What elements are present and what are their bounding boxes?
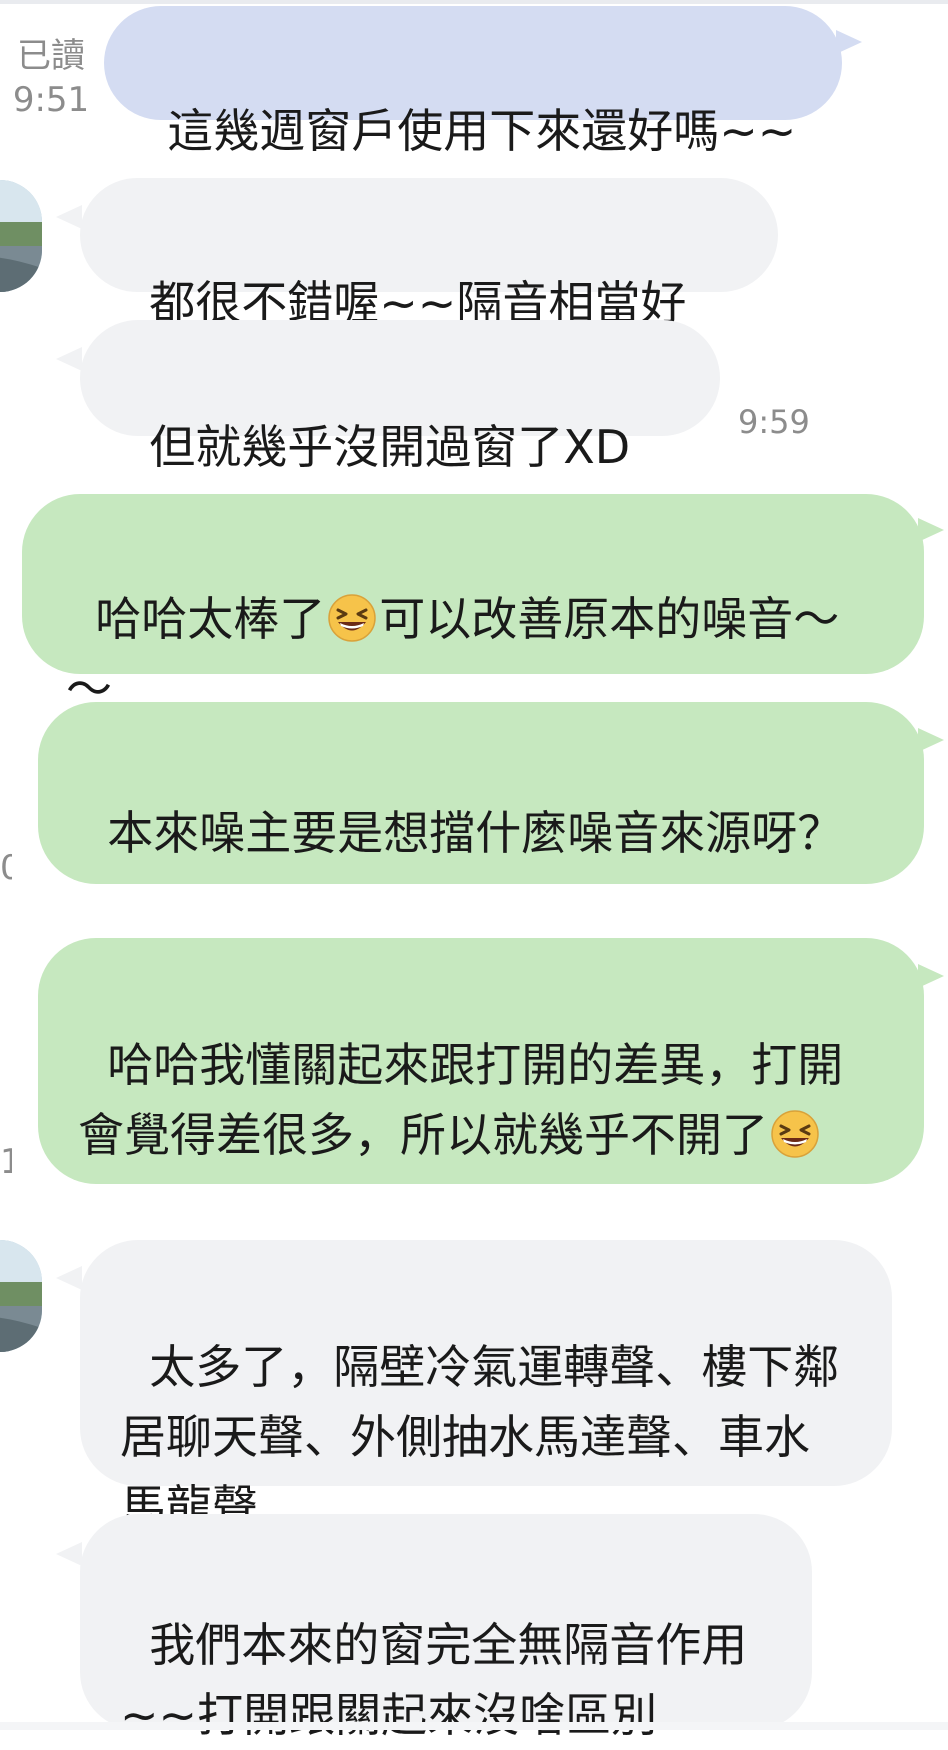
avatar-photo-icon <box>0 1240 42 1352</box>
grinning-squinting-face-icon <box>770 1108 820 1158</box>
bubble-tail <box>56 347 82 371</box>
message-time-partial: 0 <box>0 848 12 888</box>
message-text: 哈哈太棒了 <box>95 592 326 646</box>
message-bubble-other[interactable]: 都很不錯喔~~隔音相當好 <box>80 178 778 330</box>
avatar-photo-icon <box>0 180 42 292</box>
bubble-tail <box>918 728 944 752</box>
message-bubble-other[interactable]: 太多了，隔壁冷氣運轉聲、樓下鄰居聊天聲、外側抽水馬達聲、車水馬龍聲 <box>80 1240 892 1534</box>
bubble-tail <box>56 205 82 229</box>
message-text: 這幾週窗戶使用下來還好嗎~~ <box>167 104 797 158</box>
bubble-tail <box>836 30 862 54</box>
contact-avatar[interactable] <box>0 1240 42 1352</box>
bottom-divider <box>0 1722 948 1730</box>
bubble-tail <box>918 518 944 542</box>
message-bubble-self[interactable]: 這幾週窗戶使用下來還好嗎~~ <box>104 6 842 158</box>
read-label: 已讀 <box>17 36 85 76</box>
contact-avatar[interactable] <box>0 180 42 292</box>
message-text: 哈哈我懂關起來跟打開的差異，打開會覺得差很多，所以就幾乎不開了 <box>78 1038 844 1162</box>
bubble-tail <box>56 1266 82 1290</box>
message-time: 9:51 <box>12 80 90 120</box>
message-bubble-self[interactable]: 哈哈我懂關起來跟打開的差異，打開會覺得差很多，所以就幾乎不開了 <box>38 938 924 1184</box>
message-bubble-self[interactable]: 本來噪主要是想擋什麼噪音來源呀？ <box>38 702 924 884</box>
message-text: 本來噪主要是想擋什麼噪音來源呀？ <box>107 806 844 860</box>
top-divider <box>0 0 948 4</box>
read-receipt: 已讀 9:51 <box>8 34 94 122</box>
message-bubble-other[interactable]: 但就幾乎沒開過窗了XD <box>80 320 720 474</box>
message-text: 但就幾乎沒開過窗了XD <box>149 420 631 474</box>
bubble-tail <box>918 964 944 988</box>
message-time-partial: 1 <box>0 1142 12 1182</box>
message-text: 太多了，隔壁冷氣運轉聲、樓下鄰居聊天聲、外側抽水馬達聲、車水馬龍聲 <box>120 1340 840 1534</box>
bubble-tail <box>56 1542 82 1566</box>
grinning-squinting-face-icon <box>327 592 377 642</box>
message-bubble-other[interactable]: 我們本來的窗完全無隔音作用~~打開跟關起來沒啥區別 <box>80 1514 812 1742</box>
message-time: 9:59 <box>738 403 810 441</box>
message-bubble-self[interactable]: 哈哈太棒了 可以改善原本的噪音～～ <box>22 494 924 716</box>
